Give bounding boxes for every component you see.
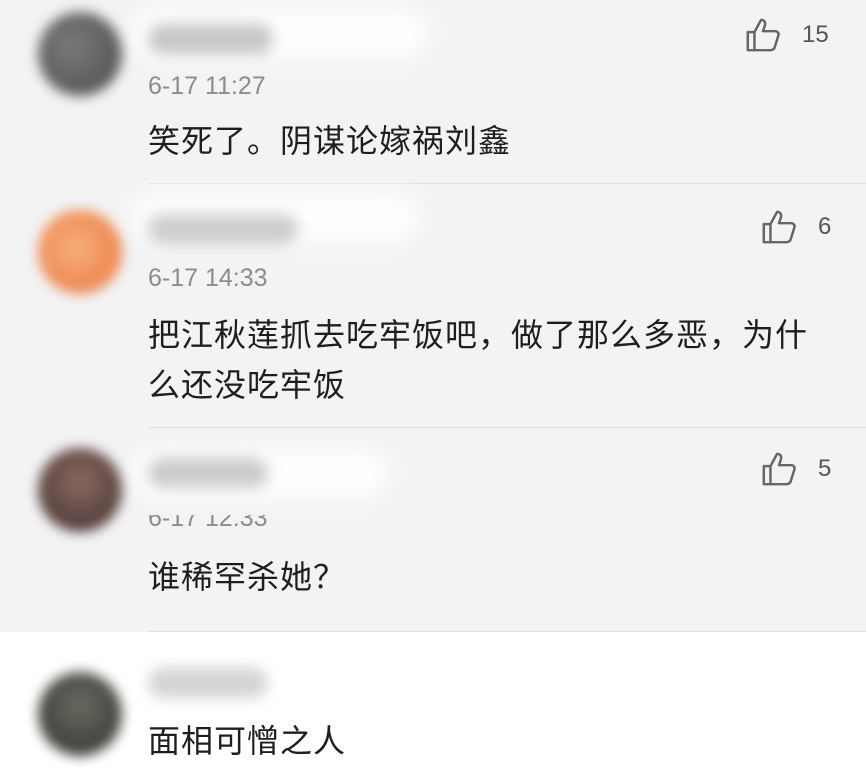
thumbs-up-icon xyxy=(762,452,796,486)
avatar[interactable] xyxy=(38,12,122,96)
username-blurred[interactable] xyxy=(148,24,273,54)
comment-item: 面相可憎之人 xyxy=(0,632,866,772)
like-count: 15 xyxy=(802,21,829,48)
comment-text: 面相可憎之人 xyxy=(148,722,347,760)
comment-text: 笑死了。阴谋论嫁祸刘鑫 xyxy=(148,122,512,160)
comment-item: 6-17 11:27 笑死了。阴谋论嫁祸刘鑫 15 xyxy=(0,0,866,184)
username-blurred[interactable] xyxy=(148,458,268,488)
comment-text: 谁稀罕杀她？ xyxy=(148,558,347,596)
comment-item: 6-17 12:33 谁稀罕杀她？ 5 xyxy=(0,428,866,632)
like-button[interactable]: 5 xyxy=(760,450,831,488)
thumbs-up-icon xyxy=(762,210,796,244)
like-count: 5 xyxy=(818,455,832,482)
avatar[interactable] xyxy=(38,672,122,756)
avatar[interactable] xyxy=(38,210,122,294)
comment-time: 6-17 11:27 xyxy=(148,72,266,100)
comment-list: 6-17 11:27 笑死了。阴谋论嫁祸刘鑫 15 6-17 14:33 把江秋… xyxy=(0,0,866,772)
username-blurred[interactable] xyxy=(148,668,268,698)
comment-time: 6-17 12:33 xyxy=(148,504,268,532)
comment-item: 6-17 14:33 把江秋莲抓去吃牢饭吧，做了那么多恶，为什么还没吃牢饭 6 xyxy=(0,184,866,428)
like-count: 6 xyxy=(818,213,832,240)
thumbs-up-icon xyxy=(746,18,780,52)
avatar[interactable] xyxy=(38,448,122,532)
username-blurred[interactable] xyxy=(148,214,298,244)
like-button[interactable]: 15 xyxy=(744,16,829,54)
like-button[interactable]: 6 xyxy=(760,208,831,246)
comment-time: 6-17 14:33 xyxy=(148,264,268,292)
comment-text: 把江秋莲抓去吃牢饭吧，做了那么多恶，为什么还没吃牢饭 xyxy=(148,316,809,404)
